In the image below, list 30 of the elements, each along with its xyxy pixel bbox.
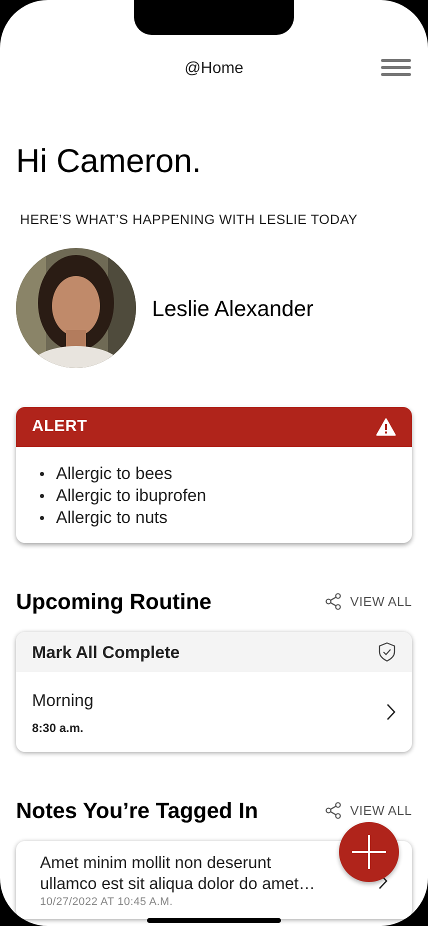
note-card[interactable]: Amet minim mollit non deserunt ullamco est sit aliqua dolor do amet… 10/27/2022 AT 10:45 A.M. bbox=[16, 841, 412, 920]
routine-item[interactable]: Morning 8:30 a.m. bbox=[16, 672, 412, 752]
shield-check-icon bbox=[378, 642, 396, 662]
greeting: Hi Cameron. bbox=[15, 144, 202, 177]
view-all-link[interactable]: VIEW ALL bbox=[350, 592, 412, 612]
bullet-icon bbox=[40, 516, 44, 520]
warning-icon bbox=[376, 418, 396, 436]
profile-name: Leslie Alexander bbox=[152, 294, 314, 323]
subtitle: HERE’S WHAT’S HAPPENING WITH LESLIE TODAY bbox=[19, 211, 359, 229]
routine-time: 8:30 a.m. bbox=[32, 720, 84, 737]
share-icon bbox=[325, 802, 342, 820]
plus-icon bbox=[352, 835, 386, 869]
alert-title: ALERT bbox=[32, 417, 88, 438]
bullet-icon bbox=[40, 472, 44, 476]
section-heading: Notes You’re Tagged In bbox=[16, 797, 258, 826]
note-date: 10/27/2022 AT 10:45 A.M. bbox=[40, 896, 173, 910]
section-heading: Upcoming Routine bbox=[16, 588, 212, 616]
allergy-item: Allergic to nuts bbox=[56, 507, 168, 530]
allergy-item: Allergic to bees bbox=[56, 463, 172, 486]
view-all-link[interactable]: VIEW ALL bbox=[350, 801, 412, 820]
mark-all-complete-button[interactable]: Mark All Complete bbox=[16, 632, 412, 672]
note-text: Amet minim mollit non deserunt ullamco est sit aliqua dolor do amet… bbox=[40, 853, 316, 896]
allergy-item: Allergic to ibuprofen bbox=[56, 485, 206, 508]
header-title: @Home bbox=[184, 58, 244, 78]
share-icon bbox=[325, 593, 342, 610]
chevron-right-icon bbox=[386, 703, 396, 722]
add-button[interactable] bbox=[339, 822, 399, 882]
menu-icon[interactable] bbox=[381, 59, 411, 76]
routine-name: Morning bbox=[32, 690, 94, 712]
bullet-icon bbox=[40, 494, 44, 498]
